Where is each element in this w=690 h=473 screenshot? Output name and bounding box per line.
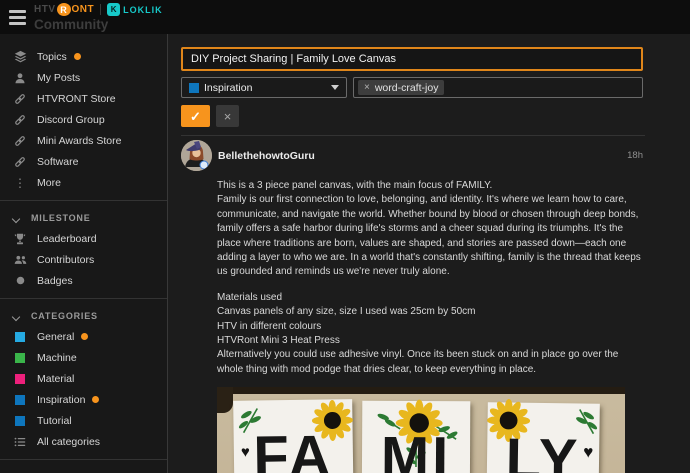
sidebar-item-category-general[interactable]: General — [0, 326, 167, 347]
canvas-panel: ♥ LY — [486, 403, 600, 473]
htvront-logo-suffix: ONT — [72, 4, 95, 15]
community-subtitle: Community — [34, 17, 163, 32]
sidebar-divider — [0, 459, 167, 460]
sidebar-divider — [0, 298, 167, 299]
post-text-line: Materials used — [217, 291, 645, 305]
sidebar-divider — [0, 200, 167, 201]
link-icon — [13, 113, 27, 127]
topic-post: BellethehowtoGuru 18h This is a 3 piece … — [181, 135, 645, 473]
main-content: Inspiration × word-craft-joy ✓ × — [168, 34, 690, 473]
unread-dot — [74, 53, 81, 60]
panel-letters: LY — [487, 453, 599, 469]
category-color-swatch — [189, 83, 199, 93]
sidebar-item-my-posts[interactable]: My Posts — [0, 67, 167, 88]
category-color-swatch — [15, 416, 25, 426]
sidebar-item-more[interactable]: ⋮ More — [0, 172, 167, 193]
sidebar-item-category-tutorial[interactable]: Tutorial — [0, 410, 167, 431]
hamburger-menu-icon[interactable] — [0, 0, 34, 34]
category-color-swatch — [15, 395, 25, 405]
topic-title-input[interactable] — [181, 47, 643, 71]
sidebar: Topics My Posts HTVRONT Store Discord Gr… — [0, 34, 168, 473]
paragraph-gap — [217, 280, 645, 291]
sidebar-item-all-categories[interactable]: All categories — [0, 431, 167, 452]
unread-dot — [92, 396, 99, 403]
site-logo[interactable]: HTV R ONT K LOKLIK Community — [34, 0, 163, 32]
unread-dot — [81, 333, 88, 340]
layers-icon — [13, 50, 27, 64]
loklik-logo-text: LOKLIK — [123, 5, 163, 15]
photo-shadow-corner — [217, 387, 233, 413]
sidebar-item-htvront-store[interactable]: HTVRONT Store — [0, 88, 167, 109]
post-text-line: Canvas panels of any size, size I used w… — [217, 305, 645, 319]
post-text-line: Alternatively you could use adhesive vin… — [217, 348, 645, 377]
htvront-logo-prefix: HTV — [34, 4, 56, 15]
loklik-icon: K — [107, 3, 120, 16]
link-icon — [13, 92, 27, 106]
tag-input[interactable]: × word-craft-joy — [353, 77, 643, 98]
photo-shadow-strip — [217, 387, 625, 394]
post-timestamp[interactable]: 18h — [627, 150, 643, 161]
tag-chip: × word-craft-joy — [358, 80, 444, 95]
cancel-edit-button[interactable]: × — [216, 105, 239, 127]
badge-icon — [13, 274, 27, 288]
sidebar-item-mini-awards-store[interactable]: Mini Awards Store — [0, 130, 167, 151]
tag-label: word-craft-joy — [375, 82, 439, 94]
list-icon — [13, 435, 27, 449]
link-icon — [13, 134, 27, 148]
chevron-down-icon — [13, 215, 20, 222]
post-image-family-canvas[interactable]: ♥ FA — [217, 387, 625, 473]
app-header: HTV R ONT K LOKLIK Community — [0, 0, 690, 34]
sidebar-item-discord-group[interactable]: Discord Group — [0, 109, 167, 130]
sidebar-section-categories[interactable]: CATEGORIES — [0, 306, 167, 326]
chevron-down-icon — [331, 85, 339, 90]
panel-letters: MI — [362, 451, 470, 466]
category-color-swatch — [15, 353, 25, 363]
user-icon — [13, 71, 27, 85]
sidebar-item-category-machine[interactable]: Machine — [0, 347, 167, 368]
ellipsis-v-icon: ⋮ — [13, 176, 27, 190]
post-text-line: This is a 3 piece panel canvas, with the… — [217, 179, 645, 193]
users-icon — [13, 253, 27, 267]
trophy-icon — [13, 232, 27, 246]
post-author[interactable]: BellethehowtoGuru — [218, 150, 627, 162]
sidebar-item-category-inspiration[interactable]: Inspiration — [0, 389, 167, 410]
confirm-edit-button[interactable]: ✓ — [181, 105, 210, 127]
category-color-swatch — [15, 332, 25, 342]
sidebar-section-tags[interactable]: TAGS — [0, 467, 167, 473]
category-select[interactable]: Inspiration — [181, 77, 347, 98]
logo-divider — [100, 4, 101, 15]
htvront-r-icon: R — [57, 3, 71, 16]
chevron-down-icon — [13, 313, 20, 320]
sidebar-item-badges[interactable]: Badges — [0, 270, 167, 291]
link-icon — [13, 155, 27, 169]
sidebar-section-milestone[interactable]: MILESTONE — [0, 208, 167, 228]
post-text-line: HTVRont Mini 3 Heat Press — [217, 334, 645, 348]
avatar[interactable] — [181, 140, 212, 171]
canvas-panel: MI — [362, 401, 471, 473]
sidebar-item-software[interactable]: Software — [0, 151, 167, 172]
post-text-line: HTV in different colours — [217, 320, 645, 334]
sidebar-item-topics[interactable]: Topics — [0, 46, 167, 67]
post-body: This is a 3 piece panel canvas, with the… — [217, 179, 645, 473]
sidebar-item-contributors[interactable]: Contributors — [0, 249, 167, 270]
canvas-panel: ♥ FA — [233, 399, 354, 473]
sidebar-item-leaderboard[interactable]: Leaderboard — [0, 228, 167, 249]
sidebar-item-category-material[interactable]: Material — [0, 368, 167, 389]
category-color-swatch — [15, 374, 25, 384]
topic-title-editor: Inspiration × word-craft-joy ✓ × — [181, 47, 643, 127]
post-text-line: Family is our first connection to love, … — [217, 193, 645, 279]
panel-letters: FA — [234, 449, 353, 465]
remove-tag-icon[interactable]: × — [364, 82, 370, 93]
